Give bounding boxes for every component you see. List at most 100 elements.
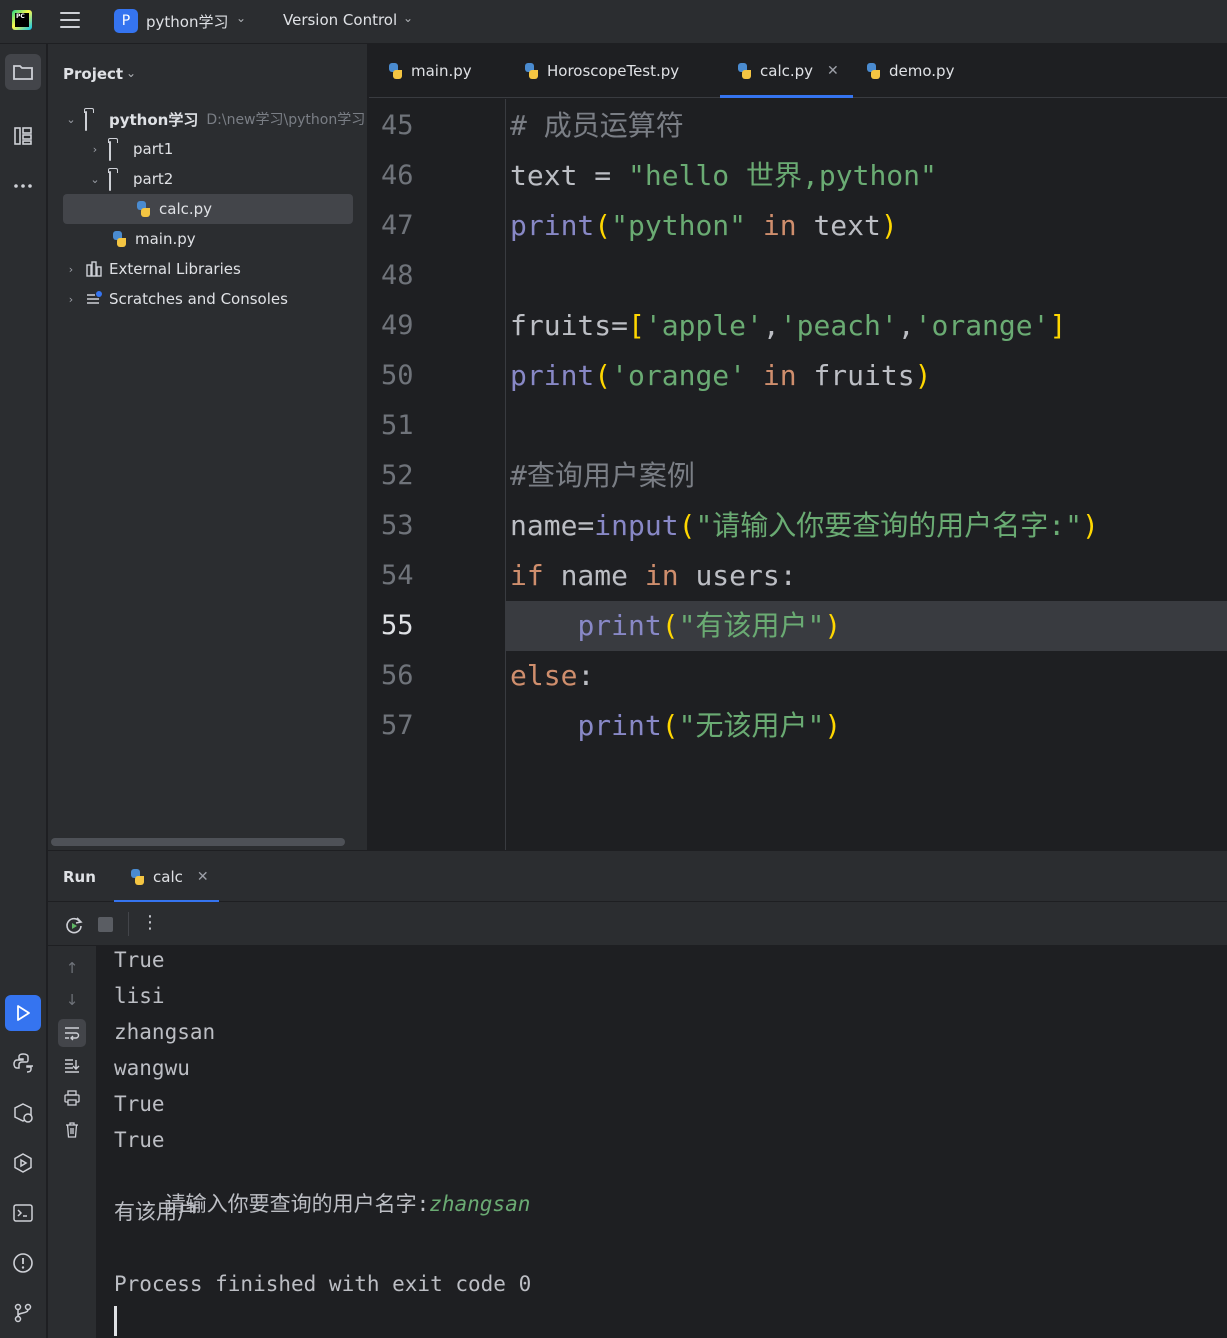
pycharm-logo-icon[interactable]: PC [12,10,32,30]
line-number: 55 [381,610,414,641]
run-icon[interactable] [5,995,41,1031]
line-number: 53 [381,510,414,541]
chevron-right-icon[interactable]: › [63,293,79,306]
tree-item-project-root[interactable]: ⌄ python学习 D:\new学习\python学习 [63,104,365,134]
tree-item-main-py[interactable]: main.py [111,224,196,254]
console-line: zhangsan [114,1020,216,1044]
more-tools-icon[interactable] [5,168,41,204]
code-line[interactable]: 48 [369,251,1227,301]
tree-item-external-libraries[interactable]: › External Libraries [63,254,241,284]
code-line[interactable]: 47 print("python" in text) [369,201,1227,251]
run-tab-calc[interactable]: calc ✕ [114,851,219,903]
line-number: 49 [381,310,414,341]
run-tool-window-header: Run calc ✕ [48,850,1227,903]
python-file-icon [111,231,127,247]
project-badge[interactable]: P [114,9,138,33]
chevron-right-icon[interactable]: › [63,263,79,276]
line-number: 56 [381,660,414,691]
soft-wrap-icon[interactable] [58,1019,86,1047]
python-packages-icon[interactable] [5,1095,41,1131]
python-file-icon [135,201,151,217]
problems-icon[interactable] [5,1245,41,1281]
arrow-down-icon[interactable]: ↓ [58,986,86,1014]
python-console-icon[interactable] [5,1045,41,1081]
chevron-down-icon[interactable]: ⌄ [403,11,413,25]
tree-item-part1[interactable]: › part1 [87,134,173,164]
project-selector[interactable]: python学习 [146,11,228,32]
code-line[interactable]: 54 if name in users: [369,551,1227,601]
scratches-icon [85,290,103,308]
code-line[interactable]: 57 print("无该用户") [369,701,1227,751]
code-editor[interactable]: 45 # 成员运算符 46 text = "hello 世界,python" 4… [369,99,1227,850]
run-panel-title: Run [63,868,96,886]
more-options-icon[interactable]: ⋮ [141,912,159,934]
console-exit-message: Process finished with exit code 0 [114,1272,532,1296]
code-line[interactable]: 50 print('orange' in fruits) [369,351,1227,401]
close-icon[interactable]: ✕ [197,869,209,885]
folder-icon [109,140,127,161]
terminal-icon[interactable] [5,1195,41,1231]
tree-item-scratches[interactable]: › Scratches and Consoles [63,284,288,314]
python-file-icon [865,63,881,79]
tree-item-part2[interactable]: ⌄ part2 [87,164,173,194]
project-folder-icon[interactable] [5,54,41,90]
code-line[interactable]: 52 #查询用户案例 [369,451,1227,501]
console-line: True [114,1128,165,1152]
python-file-icon [523,63,539,79]
console-cursor [114,1306,117,1336]
console-line: True [114,1092,165,1116]
code-line[interactable]: 49 fruits=['apple','peach','orange'] [369,301,1227,351]
code-line[interactable]: 56 else: [369,651,1227,701]
code-line[interactable]: 51 [369,401,1227,451]
chevron-down-icon[interactable]: ⌄ [63,113,79,126]
main-menu-icon[interactable] [60,12,80,30]
code-line[interactable]: 53 name=input("请输入你要查询的用户名字:") [369,501,1227,551]
toolbar-divider [128,912,129,936]
project-panel-title[interactable]: Project [63,65,123,83]
chevron-right-icon[interactable]: › [87,143,103,156]
line-number: 48 [381,260,414,291]
console-prompt: 请输入你要查询的用户名字: [164,1192,430,1216]
chevron-down-icon[interactable]: ⌄ [236,11,246,25]
line-number: 54 [381,560,414,591]
trash-icon[interactable] [58,1116,86,1144]
tab-demo-py[interactable]: demo.py [865,44,954,98]
horizontal-scrollbar[interactable] [51,838,345,846]
chevron-down-icon[interactable]: ⌄ [87,173,103,186]
services-icon[interactable] [5,1145,41,1181]
tab-calc-py[interactable]: calc.py ✕ [720,44,853,98]
close-icon[interactable]: ✕ [827,63,839,79]
tool-window-strip [0,44,47,1338]
tab-main-py[interactable]: main.py [387,44,472,98]
tree-item-calc-py[interactable]: calc.py [63,194,353,224]
run-side-toolbar: ↑ ↓ [48,946,96,1338]
git-branch-icon[interactable] [5,1295,41,1331]
console-line: True [114,948,165,972]
run-console-output[interactable]: True lisi zhangsan wangwu True True 请输入你… [96,946,1227,1338]
line-number: 57 [381,710,414,741]
arrow-up-icon[interactable]: ↑ [58,954,86,982]
rerun-icon[interactable] [63,914,85,940]
line-number: 51 [381,410,414,441]
library-icon [85,260,103,278]
scroll-to-end-icon[interactable] [58,1051,86,1079]
title-bar: PC P python学习 ⌄ Version Control ⌄ [0,0,1227,44]
console-line: wangwu [114,1056,190,1080]
line-number: 45 [381,110,414,141]
chevron-down-icon[interactable]: ⌄ [126,66,136,80]
python-file-icon [387,63,403,79]
code-line[interactable]: 46 text = "hello 世界,python" [369,151,1227,201]
print-icon[interactable] [58,1084,86,1112]
folder-icon [109,170,127,191]
stop-icon[interactable] [98,917,113,932]
code-line-current[interactable]: 55 print("有该用户") [369,601,1227,651]
version-control-menu[interactable]: Version Control [283,11,397,29]
line-number: 46 [381,160,414,191]
console-line: lisi [114,984,165,1008]
project-tool-window: Project ⌄ ⌄ python学习 D:\new学习\python学习 ›… [48,44,368,850]
structure-icon[interactable] [5,118,41,154]
code-line[interactable]: 45 # 成员运算符 [369,101,1227,151]
project-folder-icon [85,110,103,131]
line-number: 50 [381,360,414,391]
tab-horoscopetest-py[interactable]: HoroscopeTest.py [523,44,679,98]
